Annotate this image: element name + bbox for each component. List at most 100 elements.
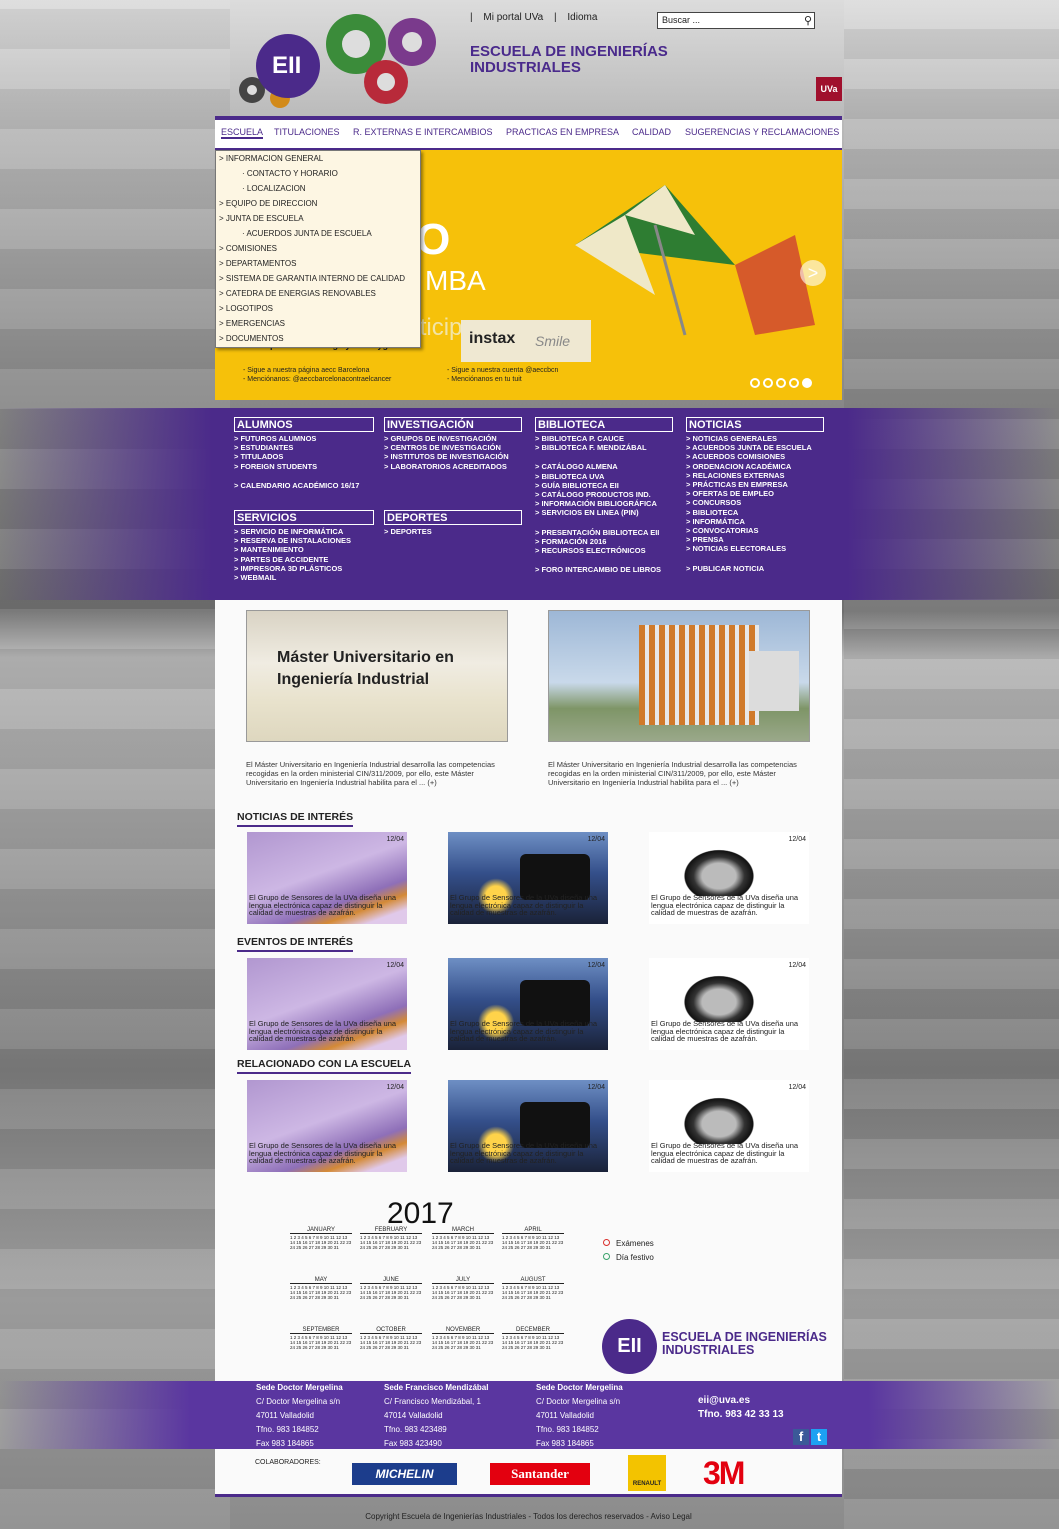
email-link[interactable]: eii@uva.es [698,1394,784,1408]
top-links: | Mi portal UVa | Idioma [470,12,598,23]
menu-item[interactable]: > LOGOTIPOS [216,301,420,316]
servicios-heading[interactable]: SERVICIOS [234,510,374,525]
eii-footer-logo[interactable]: EII [602,1319,657,1374]
link[interactable]: > RESERVA DE INSTALACIONES [234,536,374,545]
slider-dot[interactable] [750,378,760,388]
link[interactable]: > RECURSOS ELECTRÓNICOS [535,546,673,555]
link[interactable]: > GRUPOS DE INVESTIGACIÓN [384,434,522,443]
slider-dot[interactable] [789,378,799,388]
deportes-heading[interactable]: DEPORTES [384,510,522,525]
link[interactable]: > BIBLIOTECA P. CAUCE [535,434,673,443]
biblioteca-heading[interactable]: BIBLIOTECA [535,417,673,432]
michelin-logo[interactable]: MICHELIN [352,1463,457,1485]
menu-item[interactable]: · CONTACTO Y HORARIO [216,166,420,181]
link[interactable]: > PARTES DE ACCIDENTE [234,555,374,564]
facebook-icon[interactable]: f [793,1429,809,1445]
language-link[interactable]: Idioma [567,12,597,23]
link[interactable]: > ESTUDIANTES [234,443,374,452]
link[interactable]: > PUBLICAR NOTICIA [686,564,824,573]
link[interactable]: > ACUERDOS JUNTA DE ESCUELA [686,443,824,452]
related-card[interactable]: 12/04 El Grupo de Sensores de la UVa dise… [448,1080,608,1172]
link[interactable]: > BIBLIOTECA UVA [535,472,673,481]
menu-item[interactable]: > EMERGENCIAS [216,316,420,331]
tab-practicas[interactable]: PRACTICAS EN EMPRESA [506,127,619,137]
slider-dot[interactable] [763,378,773,388]
link[interactable]: > SERVICIO DE INFORMÁTICA [234,527,374,536]
link[interactable]: > SERVICIOS EN LINEA (PIN) [535,508,673,517]
menu-item[interactable]: · LOCALIZACION [216,181,420,196]
menu-item[interactable]: > COMISIONES [216,241,420,256]
tab-titulaciones[interactable]: TITULACIONES [274,127,340,137]
link[interactable]: > NOTICIAS GENERALES [686,434,824,443]
link[interactable]: > FORO INTERCAMBIO DE LIBROS [535,565,673,574]
link[interactable]: > BIBLIOTECA [686,508,824,517]
related-card[interactable]: 12/04 El Grupo de Sensores de la UVa dise… [649,1080,809,1172]
link[interactable]: > DEPORTES [384,527,522,536]
link[interactable]: > BIBLIOTECA F. MENDIZÁBAL [535,443,673,452]
link[interactable]: > OFERTAS DE EMPLEO [686,489,824,498]
portal-link[interactable]: Mi portal UVa [483,12,543,23]
link[interactable]: > FORMACIÓN 2016 [535,537,673,546]
alumnos-column: ALUMNOS > FUTUROS ALUMNOS > ESTUDIANTES … [234,417,374,490]
santander-logo[interactable]: Santander [490,1463,590,1485]
link[interactable]: > TITULADOS [234,452,374,461]
link[interactable]: > PRÁCTICAS EN EMPRESA [686,480,824,489]
link[interactable]: > CENTROS DE INVESTIGACIÓN [384,443,522,452]
link[interactable]: > PRENSA [686,535,824,544]
menu-item[interactable]: > EQUIPO DE DIRECCION [216,196,420,211]
link[interactable]: > CATÁLOGO ALMENA [535,462,673,471]
link[interactable]: > INFORMÁTICA [686,517,824,526]
link[interactable]: > INFORMACIÓN BIBLIOGRÁFICA [535,499,673,508]
event-card[interactable]: 12/04 El Grupo de Sensores de la UVa dise… [448,958,608,1050]
menu-item[interactable]: · ACUERDOS JUNTA DE ESCUELA [216,226,420,241]
link[interactable]: > NOTICIAS ELECTORALES [686,544,824,553]
event-card[interactable]: 12/04 El Grupo de Sensores de la UVa dise… [649,958,809,1050]
slider-dot[interactable] [776,378,786,388]
search-icon[interactable]: ⚲ [804,14,812,27]
news-card[interactable]: 12/04 El Grupo de Sensores de la UVa dise… [649,832,809,924]
alumnos-heading[interactable]: ALUMNOS [234,417,374,432]
uva-badge[interactable]: UVa [816,77,842,101]
slider-next-button[interactable]: > [800,260,826,286]
twitter-icon[interactable]: t [811,1429,827,1445]
link[interactable]: > ORDENACION ACADÉMICA [686,462,824,471]
news-card[interactable]: 12/04 El Grupo de Sensores de la UVa dise… [448,832,608,924]
link[interactable]: > LABORATORIOS ACREDITADOS [384,462,522,471]
tab-relaciones-externas[interactable]: R. EXTERNAS E INTERCAMBIOS [353,127,493,137]
link[interactable]: > IMPRESORA 3D PLÁSTICOS [234,564,374,573]
3m-logo[interactable]: 3M [703,1455,745,1492]
event-card[interactable]: 12/04 El Grupo de Sensores de la UVa dise… [247,958,407,1050]
link[interactable]: > GUÍA BIBLIOTECA EII [535,481,673,490]
link[interactable]: > INSTITUTOS DE INVESTIGACIÓN [384,452,522,461]
tab-sugerencias[interactable]: SUGERENCIAS Y RECLAMACIONES [685,127,839,137]
renault-logo[interactable]: RENAULT [628,1455,666,1491]
link[interactable]: > RELACIONES EXTERNAS [686,471,824,480]
link[interactable]: > CALENDARIO ACADÉMICO 16/17 [234,481,374,490]
search-input[interactable]: Buscar ... ⚲ [657,12,815,29]
link[interactable]: > WEBMAIL [234,573,374,582]
menu-item[interactable]: > DOCUMENTOS [216,331,420,346]
link[interactable]: > CONVOCATORIAS [686,526,824,535]
news-card[interactable]: 12/04 El Grupo de Sensores de la UVa dise… [247,832,407,924]
menu-item[interactable]: > SISTEMA DE GARANTIA INTERNO DE CALIDAD [216,271,420,286]
related-card[interactable]: 12/04 El Grupo de Sensores de la UVa dise… [247,1080,407,1172]
link[interactable]: > PRESENTACIÓN BIBLIOTECA EII [535,528,673,537]
master-banner[interactable]: Máster Universitario en Ingeniería Indus… [246,610,508,742]
building-image[interactable] [548,610,810,742]
slider-dot-active[interactable] [802,378,812,388]
link[interactable]: > ACUERDOS COMISIONES [686,452,824,461]
link[interactable]: > CONCURSOS [686,498,824,507]
link[interactable]: > FUTUROS ALUMNOS [234,434,374,443]
gears-logo[interactable] [236,6,464,112]
noticias-heading[interactable]: NOTICIAS [686,417,824,432]
tab-calidad[interactable]: CALIDAD [632,127,671,137]
menu-item[interactable]: > INFORMACION GENERAL [216,151,420,166]
link[interactable]: > FOREIGN STUDENTS [234,462,374,471]
menu-item[interactable]: > JUNTA DE ESCUELA [216,211,420,226]
menu-item[interactable]: > DEPARTAMENTOS [216,256,420,271]
link[interactable]: > MANTENIMIENTO [234,545,374,554]
menu-item[interactable]: > CATEDRA DE ENERGIAS RENOVABLES [216,286,420,301]
tab-escuela[interactable]: ESCUELA [221,127,264,139]
investigacion-heading[interactable]: INVESTIGACIÓN [384,417,522,432]
link[interactable]: > CATÁLOGO PRODUCTOS IND. [535,490,673,499]
